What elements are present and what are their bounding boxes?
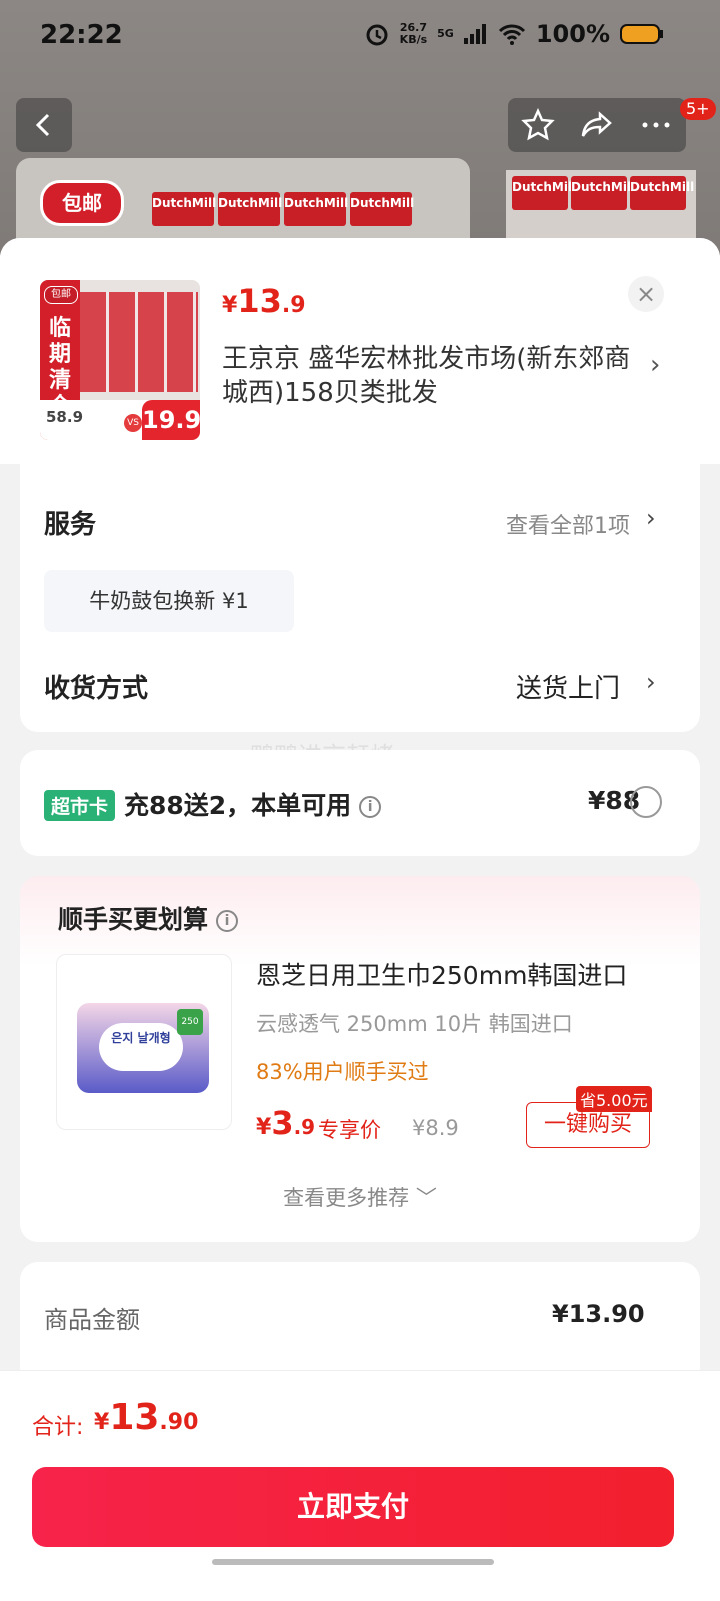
total-price: ¥13.90 <box>94 1397 198 1438</box>
status-time: 22:22 <box>40 20 123 50</box>
amount-value: ¥13.90 <box>552 1300 645 1328</box>
delivery-label: 收货方式 <box>44 674 149 704</box>
top-actions <box>508 98 686 152</box>
offer-text-label: 充88送2，本单可用 <box>124 791 352 820</box>
thumb-vs: VS <box>124 414 142 432</box>
battery-percent: 100% <box>535 20 610 48</box>
total-decimal: .90 <box>159 1410 199 1435</box>
service-chip[interactable]: 牛奶鼓包换新 ¥1 <box>44 570 294 632</box>
brand-box: DutchMill <box>350 192 414 226</box>
thumb-old-price: 58.9 <box>46 408 84 426</box>
more-icon[interactable] <box>639 108 673 142</box>
alarm-icon <box>366 24 388 46</box>
back-button[interactable] <box>16 98 72 152</box>
chevron-left-icon <box>35 113 50 137</box>
checkout-footer: 合计: ¥13.90 立即支付 <box>0 1370 720 1601</box>
chevron-right-icon: › <box>646 504 656 532</box>
brand-box: DutchMill <box>218 192 282 226</box>
shop-name[interactable]: 王京京 盛华宏林批发市场(新东郊商城西)158贝类批发 <box>222 342 642 410</box>
close-icon: × <box>635 280 657 308</box>
home-indicator[interactable] <box>212 1559 494 1565</box>
info-icon[interactable]: i <box>216 910 239 932</box>
recommend-title: 顺手买更划算 i <box>58 900 239 936</box>
brand-box: DutchMill <box>512 176 576 210</box>
recommend-price-label: 专享价 <box>318 1118 381 1142</box>
pay-now-button[interactable]: 立即支付 <box>32 1467 674 1547</box>
free-shipping-badge: 包邮 <box>40 180 124 226</box>
price-integer: 13 <box>237 282 282 320</box>
pack-text: 은지 날개형 <box>99 1023 183 1071</box>
recommend-original-price: ¥8.9 <box>412 1116 459 1140</box>
pack-graphic: 은지 날개형 250 <box>77 1003 209 1093</box>
recommend-price-currency: ¥ <box>256 1115 272 1140</box>
service-view-all[interactable]: 查看全部1项 <box>506 508 630 540</box>
more-recommendations[interactable]: 查看更多推荐 ﹀ <box>20 1182 700 1212</box>
thumb-pattern <box>80 292 198 392</box>
total-label: 合计: <box>32 1415 84 1440</box>
notification-badge: 5+ <box>680 98 716 120</box>
brand-box: DutchMill <box>571 176 635 210</box>
info-icon[interactable]: i <box>359 796 382 818</box>
recommend-product-image[interactable]: 은지 날개형 250 <box>56 954 232 1130</box>
offer-radio[interactable] <box>630 786 662 818</box>
service-label: 服务 <box>44 510 97 540</box>
brand-box: DutchMill <box>284 192 348 226</box>
close-button[interactable]: × <box>628 276 664 312</box>
thumb-badge: 包邮 <box>44 286 78 304</box>
product-price: ¥13.9 <box>222 282 306 320</box>
star-icon[interactable] <box>520 108 555 142</box>
offer-text: 充88送2，本单可用 i <box>124 786 382 822</box>
product-thumbnail: 包邮 临期清仓 58.9 VS 19.9 <box>40 280 200 440</box>
recommend-card: 顺手买更划算 i 은지 날개형 250 恩芝日用卫生巾250mm韩国进口 云感透气… <box>20 876 700 1242</box>
delivery-value[interactable]: 送货上门 <box>516 668 620 705</box>
recommend-price-integer: 3 <box>271 1104 294 1142</box>
pack-tag: 250 <box>177 1009 203 1035</box>
network-type: 5G <box>437 27 454 40</box>
chevron-right-icon: › <box>646 668 656 696</box>
service-card: 服务 查看全部1项 › 牛奶鼓包换新 ¥1 收货方式 送货上门 › <box>20 456 700 732</box>
price-decimal: .9 <box>281 293 306 318</box>
recommend-product-desc: 云感透气 250mm 10片 韩国进口 <box>256 1012 573 1036</box>
total-currency: ¥ <box>94 1410 110 1435</box>
wifi-icon <box>498 24 525 45</box>
status-right: 26.7 KB/s 5G 100% <box>364 20 664 48</box>
brand-box: DutchMill <box>152 192 216 226</box>
chevron-right-icon: › <box>650 350 661 380</box>
recommend-bought-rate: 83%用户顺手买过 <box>256 1060 429 1084</box>
recommend-price: ¥3.9 <box>256 1104 315 1142</box>
battery-icon <box>620 24 663 44</box>
total-integer: 13 <box>109 1397 160 1438</box>
share-icon[interactable] <box>580 108 614 142</box>
net-speed-unit: KB/s <box>399 33 428 46</box>
sheet-header: 包邮 临期清仓 58.9 VS 19.9 ¥13.9 × 王京京 盛华宏林批发市… <box>0 238 720 464</box>
amount-label: 商品金额 <box>44 1306 140 1334</box>
save-tag: 省5.00元 <box>576 1086 652 1112</box>
net-speed: 26.7 KB/s <box>400 22 427 46</box>
recommend-price-decimal: .9 <box>293 1115 316 1139</box>
supermarket-card-offer[interactable]: 超市卡 充88送2，本单可用 i ¥88 <box>20 750 700 856</box>
recommend-title-text: 顺手买更划算 <box>58 905 209 934</box>
price-currency: ¥ <box>222 293 238 318</box>
brand-box: DutchMill <box>630 176 694 210</box>
thumb-new-price: 19.9 <box>142 400 200 440</box>
recommend-product-name[interactable]: 恩芝日用卫生巾250mm韩国进口 <box>256 956 636 992</box>
status-bar: 22:22 26.7 KB/s 5G 100% <box>0 0 720 76</box>
signal-icon <box>463 24 486 44</box>
supermarket-card-badge: 超市卡 <box>44 790 116 821</box>
